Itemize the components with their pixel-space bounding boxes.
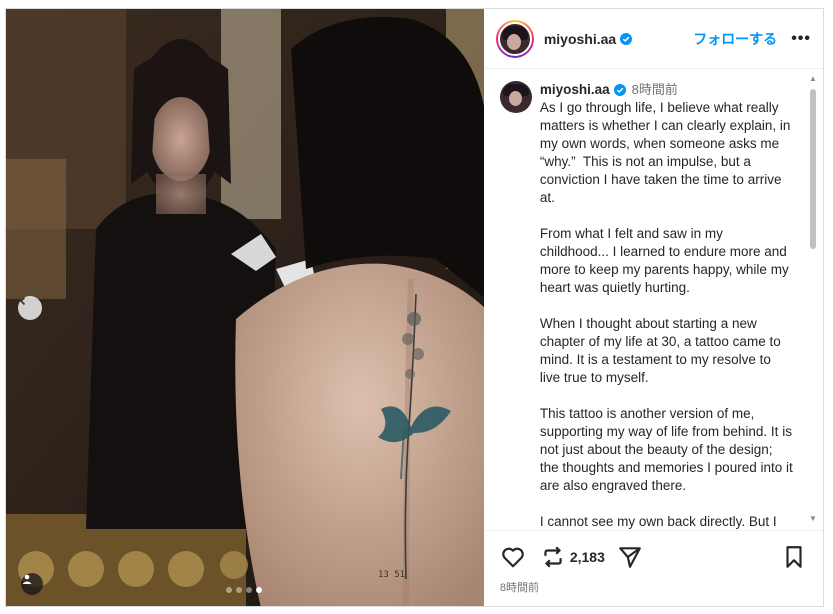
caption-paragraph: This tattoo is another version of me, su…: [539, 406, 797, 493]
bookmark-icon[interactable]: [781, 544, 807, 570]
caption-username[interactable]: miyoshi.aa: [540, 81, 610, 99]
follow-button[interactable]: フォローする: [693, 29, 777, 49]
caption-paragraph: When I thought about starting a new chap…: [539, 316, 785, 385]
carousel-dots: [226, 587, 262, 593]
caption-paragraph: As I go through life, I believe what rea…: [539, 100, 795, 205]
verified-badge-icon: [620, 32, 633, 45]
previous-image-button[interactable]: [18, 296, 42, 320]
caption-paragraph: From what I felt and saw in my childhood…: [539, 226, 793, 295]
post-timestamp[interactable]: 8時間前: [500, 579, 807, 595]
author-avatar[interactable]: [495, 19, 534, 58]
comments-area[interactable]: miyoshi.aa 8時間前 As I go through life, I …: [484, 69, 823, 530]
carousel-dot-active: [256, 587, 262, 593]
more-options-button[interactable]: •••: [791, 30, 811, 48]
post-modal: 13 51 miyoshi.aa フォローする ••• miyoshi.aa 8…: [5, 8, 824, 607]
user-tag-icon: [22, 574, 32, 584]
send-icon[interactable]: [617, 544, 643, 570]
caption-avatar[interactable]: [499, 81, 532, 113]
scroll-up-arrow-icon[interactable]: ▲: [809, 75, 817, 83]
scrollbar-thumb[interactable]: [810, 89, 816, 249]
caption-paragraph: I cannot see my own back directly. But I: [539, 514, 777, 529]
heart-icon[interactable]: [500, 544, 526, 570]
scroll-down-arrow-icon[interactable]: ▼: [809, 515, 817, 523]
post-photo: 13 51: [6, 9, 484, 606]
caption-time[interactable]: 8時間前: [632, 81, 678, 99]
caption: miyoshi.aa 8時間前 As I go through life, I …: [499, 81, 797, 530]
repost-icon[interactable]: [540, 544, 566, 570]
tattoo-number: 13 51: [378, 570, 405, 580]
chevron-left-icon: [19, 296, 26, 306]
post-header: miyoshi.aa フォローする •••: [483, 9, 823, 69]
post-actions: 2,183 8時間前: [483, 530, 823, 606]
author-username[interactable]: miyoshi.aa: [544, 31, 616, 47]
repost-count[interactable]: 2,183: [570, 549, 605, 565]
carousel-dot: [226, 587, 232, 593]
carousel-dot: [236, 587, 242, 593]
post-media: 13 51: [6, 9, 484, 606]
post-side-panel: miyoshi.aa フォローする ••• miyoshi.aa 8時間前 As…: [483, 9, 823, 606]
carousel-dot: [246, 587, 252, 593]
comments-scrollbar[interactable]: ▲ ▼: [809, 75, 817, 523]
verified-badge-icon: [613, 84, 626, 96]
tagged-users-button[interactable]: [21, 573, 43, 595]
